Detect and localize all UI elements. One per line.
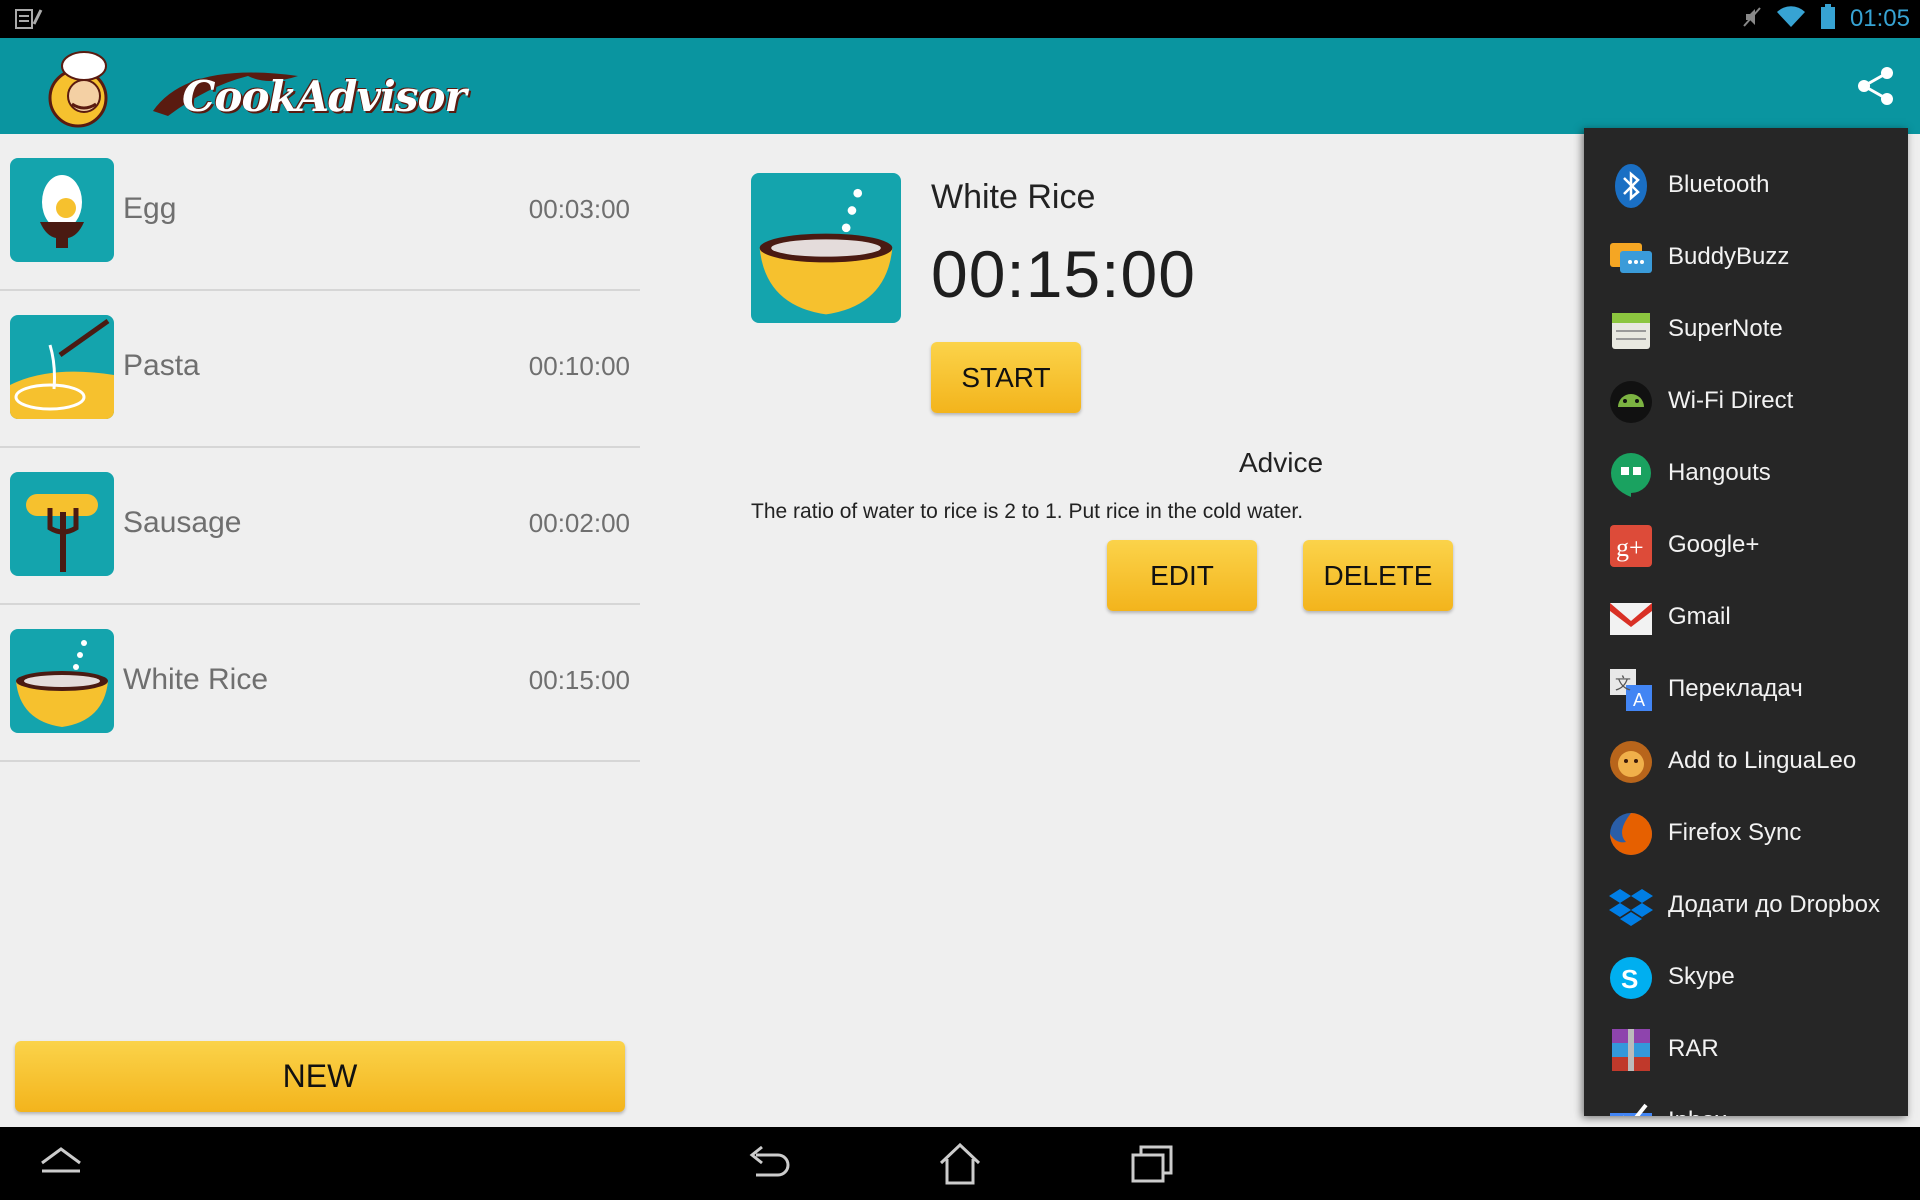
share-button[interactable]: [1854, 64, 1898, 108]
item-time: 00:15:00: [528, 665, 630, 695]
menu-item-label: Hangouts: [1668, 459, 1771, 486]
menu-item-label: Google+: [1668, 531, 1760, 558]
back-icon: [749, 1145, 790, 1177]
lingualeo-icon: [1610, 741, 1652, 783]
menu-item-skype[interactable]: S Skype: [1584, 941, 1908, 1013]
notification-icon: [14, 6, 44, 35]
menu-item-label: Wi-Fi Direct: [1668, 387, 1794, 414]
menu-item-label: Inbox: [1668, 1107, 1727, 1116]
item-name: Sausage: [123, 506, 242, 539]
svg-text:g+: g+: [1616, 533, 1644, 562]
menu-item-inbox[interactable]: Inbox: [1584, 1085, 1908, 1116]
buddybuzz-icon: [1610, 243, 1652, 273]
google-plus-icon: g+: [1610, 525, 1652, 567]
pasta-icon: [10, 315, 114, 419]
menu-item-label: Gmail: [1668, 603, 1731, 630]
recents-button[interactable]: [1127, 1141, 1177, 1185]
dropbox-icon: [1609, 889, 1653, 926]
menu-item-label: Add to LinguaLeo: [1668, 747, 1857, 774]
menu-item-label: Додати до Dropbox: [1668, 891, 1880, 918]
menu-item-label: BuddyBuzz: [1668, 243, 1790, 270]
supernote-icon: [1612, 313, 1650, 349]
menu-item-gmail[interactable]: Gmail: [1584, 581, 1908, 653]
rice-icon: [10, 629, 114, 733]
menu-item-rar[interactable]: RAR: [1584, 1013, 1908, 1085]
item-name: Egg: [123, 192, 177, 225]
app-title: CookAdvisor: [182, 72, 467, 121]
menu-item-wifi-direct[interactable]: Wi-Fi Direct: [1584, 365, 1908, 437]
menu-item-label: Skype: [1668, 963, 1735, 990]
svg-text:文: 文: [1615, 674, 1631, 693]
gmail-icon: [1610, 603, 1652, 635]
edit-button[interactable]: EDIT: [1107, 540, 1257, 611]
advice-text: The ratio of water to rice is 2 to 1. Pu…: [751, 500, 1304, 523]
recipe-list: Egg 00:03:00 Pasta 00:10:00 Sausage 00:0…: [0, 134, 640, 762]
menu-item-google-plus[interactable]: g+ Google+: [1584, 509, 1908, 581]
navigation-bar: [0, 1127, 1920, 1200]
svg-text:A: A: [1633, 690, 1645, 710]
menu-item-lingualeo[interactable]: Add to LinguaLeo: [1584, 725, 1908, 797]
clock: 01:05: [1849, 5, 1910, 32]
back-button[interactable]: [744, 1141, 794, 1185]
list-item[interactable]: White Rice 00:15:00: [0, 605, 640, 762]
sausage-icon: [10, 472, 114, 576]
share-icon: [1858, 67, 1893, 105]
detail-title: White Rice: [931, 178, 1096, 216]
detail-timer: 00:15:00: [931, 237, 1196, 311]
status-bar: 01:05: [0, 0, 1920, 38]
item-name: White Rice: [123, 663, 269, 696]
menu-item-label: RAR: [1668, 1035, 1719, 1062]
item-time: 00:10:00: [528, 351, 630, 381]
battery-icon: [1820, 3, 1836, 35]
bluetooth-icon: [1615, 164, 1647, 208]
svg-text:S: S: [1621, 964, 1638, 994]
firefox-icon: [1610, 813, 1652, 855]
app-bar: CookAdvisor: [0, 38, 1920, 134]
menu-item-label: Firefox Sync: [1668, 819, 1802, 846]
menu-item-buddybuzz[interactable]: BuddyBuzz: [1584, 221, 1908, 293]
wifi-direct-icon: [1610, 381, 1652, 423]
share-menu: Bluetooth BuddyBuzz SuperNote Wi-Fi Dire…: [1584, 128, 1908, 1116]
list-item[interactable]: Pasta 00:10:00: [0, 291, 640, 448]
delete-button[interactable]: DELETE: [1303, 540, 1453, 611]
mute-icon: [1742, 6, 1762, 33]
item-name: Pasta: [123, 349, 200, 382]
egg-icon: [10, 158, 114, 262]
menu-item-label: Bluetooth: [1668, 171, 1770, 198]
menu-item-firefox-sync[interactable]: Firefox Sync: [1584, 797, 1908, 869]
chevron-up-icon: [41, 1147, 81, 1173]
menu-item-label: SuperNote: [1668, 315, 1783, 342]
menu-item-translate[interactable]: A文 Перекладач: [1584, 653, 1908, 725]
start-button[interactable]: START: [931, 342, 1081, 413]
translate-icon: A文: [1610, 669, 1652, 711]
menu-item-dropbox[interactable]: Додати до Dropbox: [1584, 869, 1908, 941]
item-time: 00:03:00: [528, 194, 630, 224]
menu-item-label: Перекладач: [1668, 675, 1803, 702]
list-item[interactable]: Sausage 00:02:00: [0, 448, 640, 605]
list-item[interactable]: Egg 00:03:00: [0, 134, 640, 291]
menu-up-button[interactable]: [36, 1141, 86, 1185]
home-icon: [939, 1142, 981, 1185]
advice-label: Advice: [1239, 447, 1324, 478]
chef-icon: [48, 51, 108, 128]
home-button[interactable]: [935, 1141, 985, 1185]
hangouts-icon: [1611, 453, 1651, 497]
item-time: 00:02:00: [528, 508, 630, 538]
wifi-icon: [1776, 5, 1806, 34]
rice-icon: [751, 173, 901, 323]
rar-icon: [1612, 1029, 1650, 1071]
menu-item-supernote[interactable]: SuperNote: [1584, 293, 1908, 365]
menu-item-bluetooth[interactable]: Bluetooth: [1584, 149, 1908, 221]
skype-icon: S: [1610, 957, 1652, 999]
inbox-icon: [1610, 1103, 1652, 1116]
menu-item-hangouts[interactable]: Hangouts: [1584, 437, 1908, 509]
new-button[interactable]: NEW: [15, 1041, 625, 1112]
recents-icon: [1131, 1145, 1173, 1183]
